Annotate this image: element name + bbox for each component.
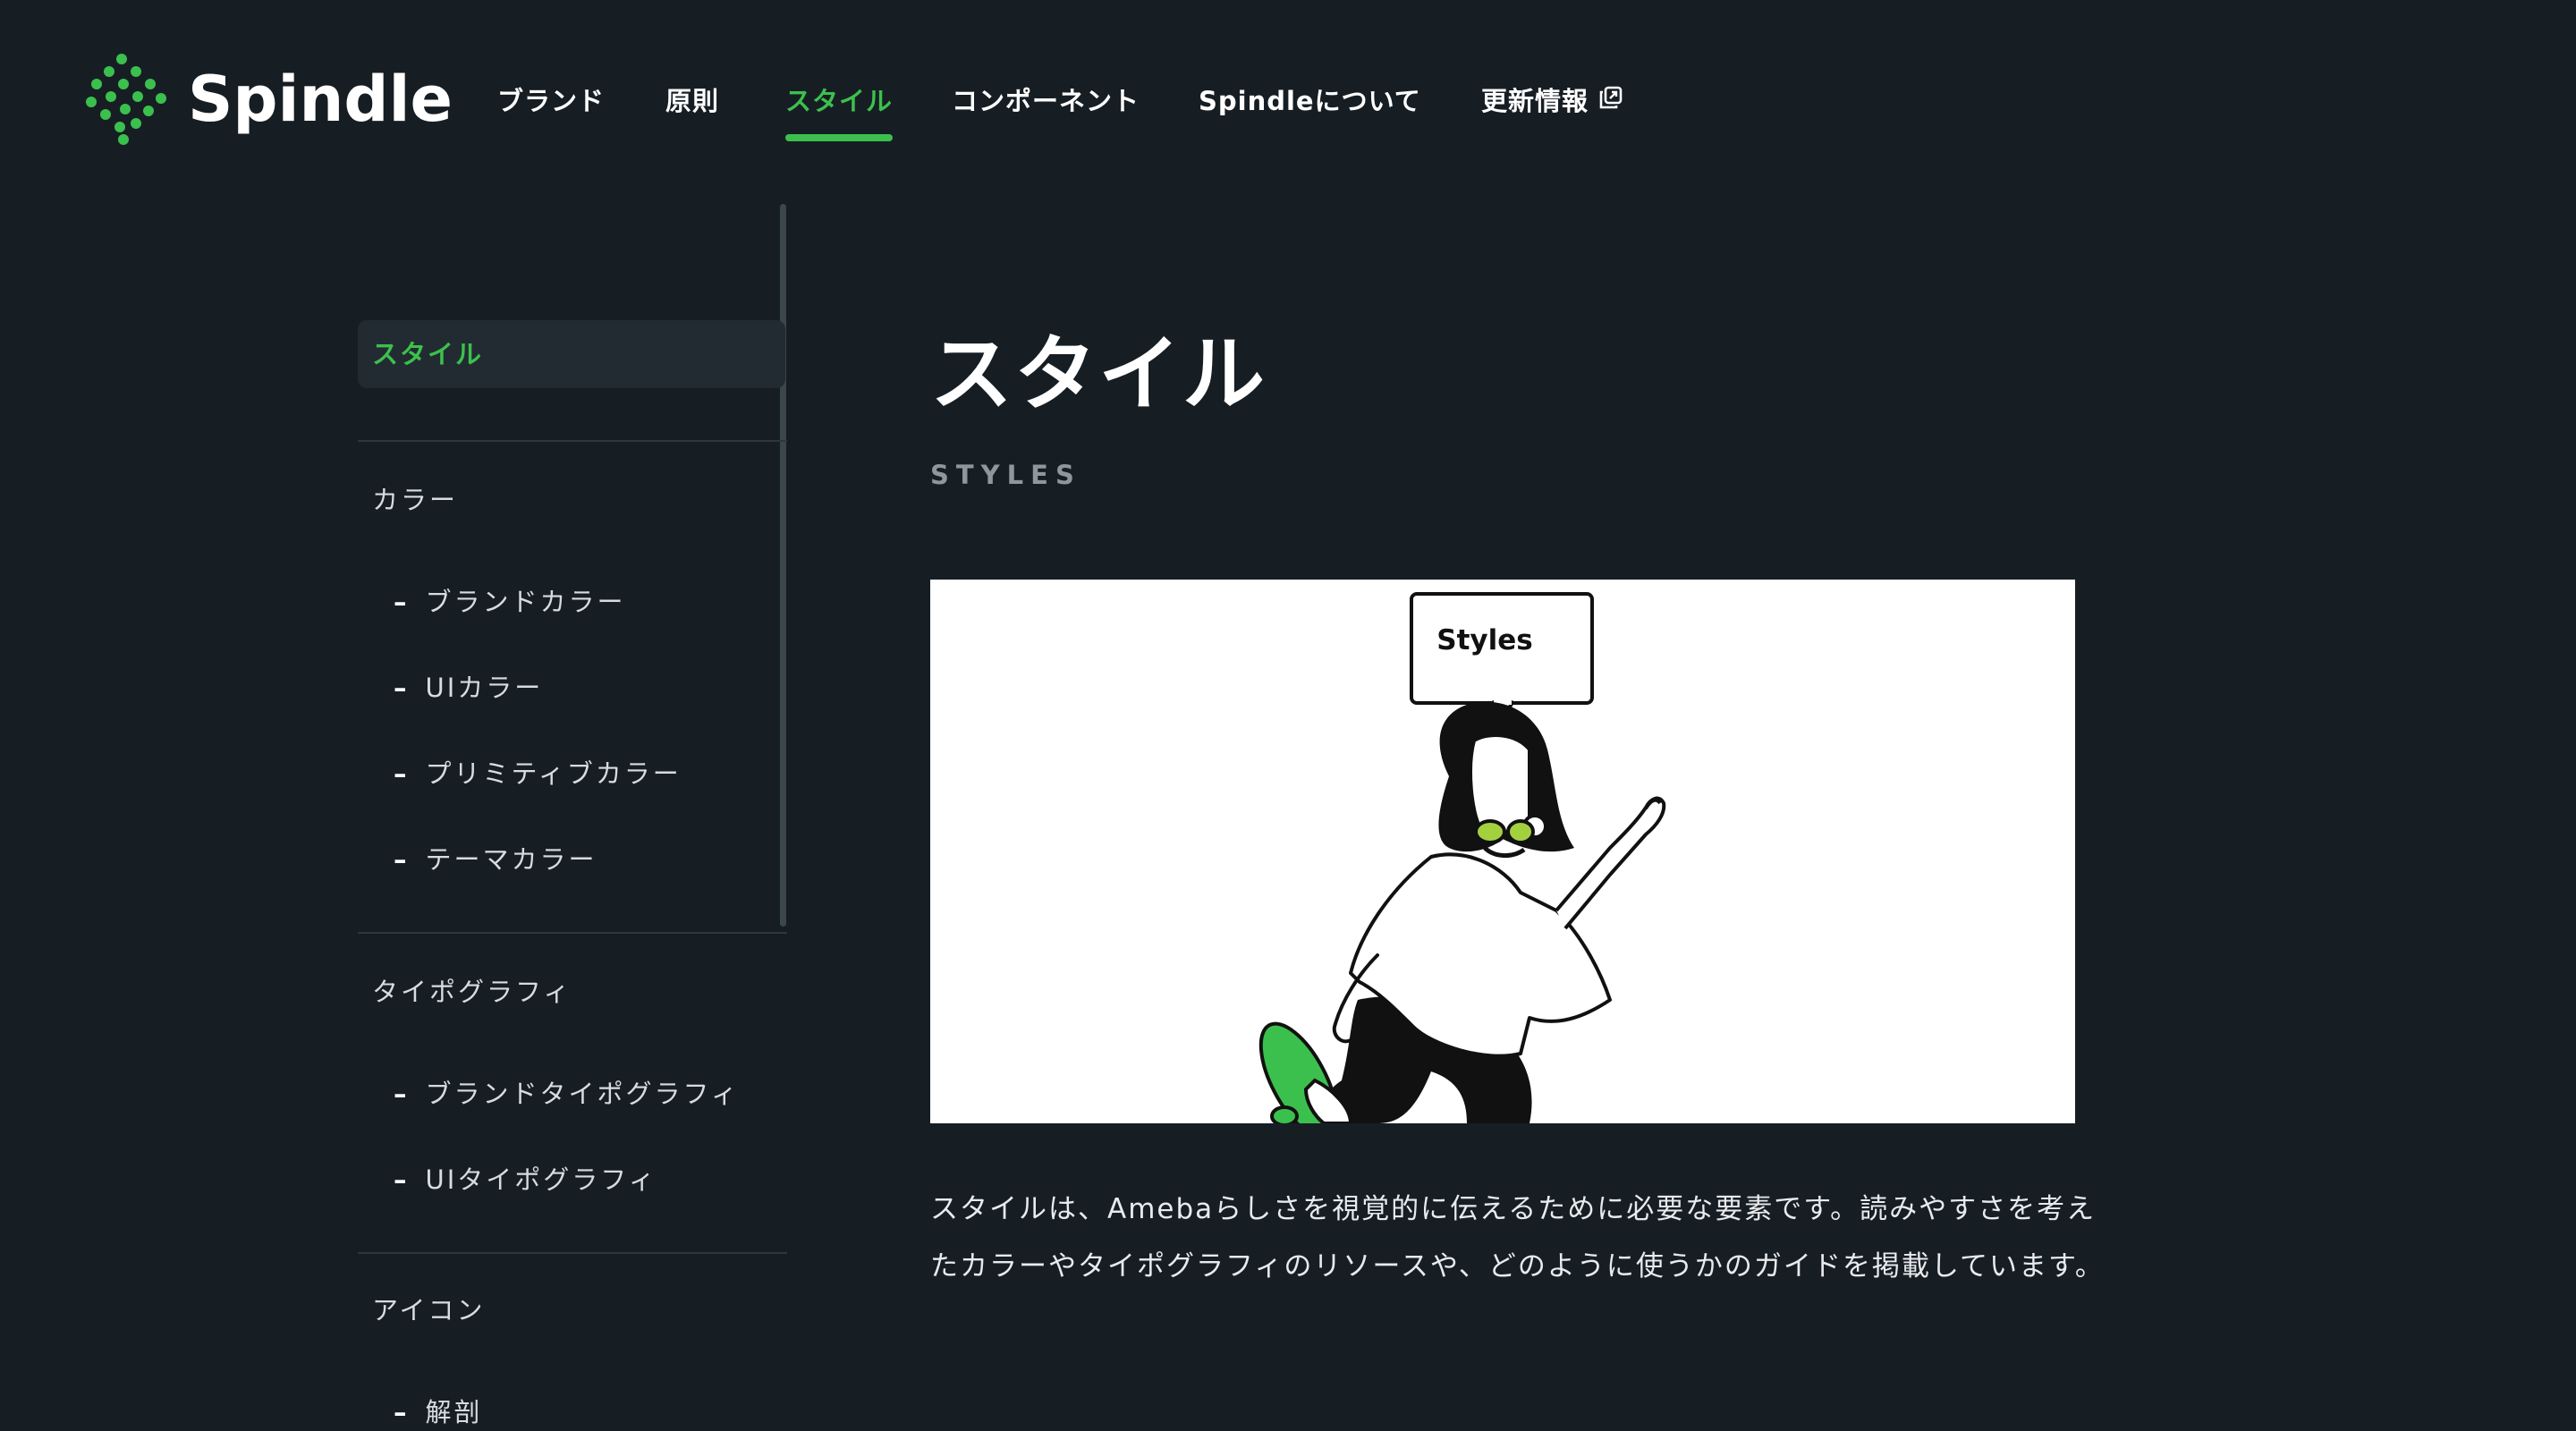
sidebar-item-label: プリミティブカラー <box>425 758 682 789</box>
sidebar-divider <box>358 1252 787 1254</box>
sidebar-dash: – <box>394 1079 410 1109</box>
skateboarder-illustration <box>1258 592 1666 1123</box>
sidebar-item-ui-typography[interactable]: – UIタイポグラフィ <box>394 1159 657 1197</box>
spindle-logo-icon <box>86 54 166 145</box>
sidebar-divider <box>358 932 787 934</box>
sidebar-dash: – <box>394 1397 410 1427</box>
sidebar-item-label: ブランドカラー <box>425 587 626 617</box>
sidebar-divider <box>358 440 787 442</box>
nav-item-about[interactable]: Spindleについて <box>1199 79 1421 123</box>
nav-item-brand[interactable]: ブランド <box>497 79 605 123</box>
page: Spindle ブランド 原則 スタイル コンポーネント Spindleについて… <box>0 0 2576 1431</box>
sidebar-item-ui-color[interactable]: – UIカラー <box>394 667 543 705</box>
sidebar: スタイル カラー – ブランドカラー – UIカラー – プリミティブカラー – テーマ… <box>358 204 787 1431</box>
hero-bubble-text: Styles <box>1436 624 1533 656</box>
sidebar-dash: – <box>394 1164 410 1195</box>
page-title: スタイル <box>930 326 1267 422</box>
nav-item-components[interactable]: コンポーネント <box>952 79 1140 123</box>
page-subtitle: STYLES <box>930 460 1081 490</box>
sidebar-dash: – <box>394 758 410 789</box>
nav-item-principles[interactable]: 原則 <box>665 79 719 123</box>
sidebar-item-icons[interactable]: アイコン <box>372 1290 486 1327</box>
sidebar-item-color[interactable]: カラー <box>372 479 458 517</box>
brand-name: Spindle <box>188 63 453 136</box>
sidebar-item-styles[interactable]: スタイル <box>358 320 785 388</box>
sidebar-item-label: UIタイポグラフィ <box>425 1164 657 1195</box>
sidebar-item-primitive-color[interactable]: – プリミティブカラー <box>394 753 682 791</box>
sidebar-item-anatomy[interactable]: – 解剖 <box>394 1392 483 1429</box>
nav-active-indicator <box>785 134 894 141</box>
sidebar-item-label: 解剖 <box>425 1397 483 1427</box>
sidebar-item-typography[interactable]: タイポグラフィ <box>372 971 572 1009</box>
sidebar-item-label: ブランドタイポグラフィ <box>425 1079 740 1109</box>
hero-illustration: Styles <box>930 580 2075 1123</box>
nav-item-updates-label: 更新情報 <box>1481 86 1589 116</box>
logo-link[interactable]: Spindle <box>84 52 453 147</box>
sidebar-dash: – <box>394 587 410 617</box>
nav-item-updates[interactable]: 更新情報 <box>1481 79 1623 125</box>
description-line: たカラーやタイポグラフィのリソースや、どのように使うかのガイドを掲載しています。 <box>930 1250 2105 1283</box>
sidebar-item-label: UIカラー <box>425 673 544 703</box>
sidebar-item-brand-typography[interactable]: – ブランドタイポグラフィ <box>394 1073 740 1111</box>
external-link-icon <box>1599 78 1623 123</box>
sidebar-dash: – <box>394 844 410 875</box>
sidebar-item-styles-label: スタイル <box>372 339 484 369</box>
sidebar-item-brand-color[interactable]: – ブランドカラー <box>394 581 626 619</box>
nav-item-styles-label: スタイル <box>785 86 894 116</box>
page-description: スタイルは、Amebaらしさを視覚的に伝えるために必要な要素です。読みやすさを考… <box>930 1181 2105 1295</box>
sidebar-item-label: テーマカラー <box>425 844 597 875</box>
description-line: スタイルは、Amebaらしさを視覚的に伝えるために必要な要素です。読みやすさを考… <box>930 1193 2097 1225</box>
sidebar-dash: – <box>394 673 410 703</box>
sidebar-item-theme-color[interactable]: – テーマカラー <box>394 839 597 876</box>
nav-item-styles[interactable]: スタイル <box>785 79 894 141</box>
sidebar-scrollbar[interactable] <box>780 204 786 927</box>
